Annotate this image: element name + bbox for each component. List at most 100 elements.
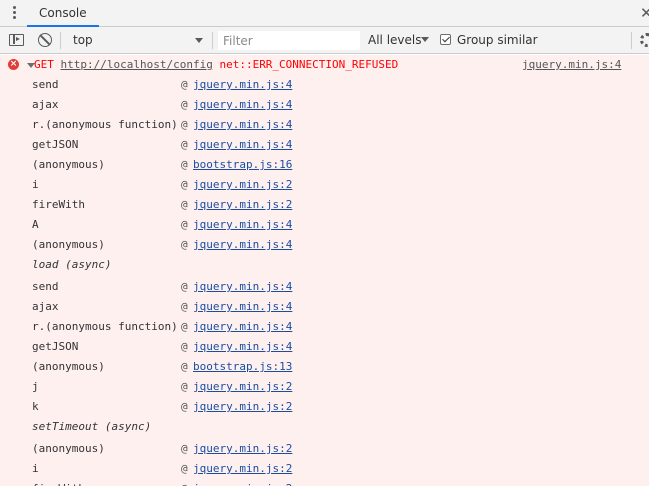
error-message: net::ERR_CONNECTION_REFUSED	[219, 58, 399, 71]
stack-frame-function: r.(anonymous function)	[32, 118, 178, 131]
chevron-down-icon	[195, 38, 203, 43]
stack-frame-function: fireWith	[32, 482, 85, 486]
stack-frame-at: @	[181, 482, 188, 486]
stack-frame-at: @	[181, 178, 188, 191]
stack-frame: (anonymous) @ jquery.min.js:4	[0, 235, 649, 255]
tab-console[interactable]: Console	[27, 0, 99, 27]
stack-frame-function: (anonymous)	[32, 360, 105, 373]
stack-frame: i @ jquery.min.js:2	[0, 175, 649, 195]
stack-frame: r.(anonymous function) @ jquery.min.js:4	[0, 115, 649, 135]
stack-frame: send @ jquery.min.js:4	[0, 75, 649, 95]
error-source-link[interactable]: jquery.min.js:4	[522, 58, 621, 71]
stack-frame-function: k	[32, 400, 39, 413]
stack-frame: getJSON @ jquery.min.js:4	[0, 337, 649, 357]
stack-frame-source-link[interactable]: jquery.min.js:2	[193, 400, 292, 413]
stack-frame-source-link[interactable]: jquery.min.js:4	[193, 300, 292, 313]
stack-frame-at: @	[181, 442, 188, 455]
request-method: GET	[34, 58, 54, 71]
stack-frame-function: (anonymous)	[32, 238, 105, 251]
stack-frame-at: @	[181, 320, 188, 333]
stack-frame-function: j	[32, 380, 39, 393]
error-text: GET http://localhost/config net::ERR_CON…	[34, 58, 398, 71]
group-similar-label: Group similar	[457, 33, 538, 47]
stack-frame: ajax @ jquery.min.js:4	[0, 297, 649, 317]
stack-frame-function: ajax	[32, 98, 59, 111]
toolbar-divider	[631, 32, 632, 49]
stack-frame-source-link[interactable]: jquery.min.js:4	[193, 238, 292, 251]
stack-frame-source-link[interactable]: jquery.min.js:2	[193, 442, 292, 455]
stack-frame-at: @	[181, 300, 188, 313]
stack-frame-at: @	[181, 400, 188, 413]
stack-frame-at: @	[181, 78, 188, 91]
stack-frame-source-link[interactable]: jquery.min.js:4	[193, 218, 292, 231]
stack-frame-function: send	[32, 280, 59, 293]
stack-frame: send @ jquery.min.js:4	[0, 277, 649, 297]
console-messages: × GET http://localhost/config net::ERR_C…	[0, 55, 649, 486]
stack-frame-function: fireWith	[32, 198, 85, 211]
error-message-header[interactable]: × GET http://localhost/config net::ERR_C…	[0, 55, 649, 75]
stack-frame-function: getJSON	[32, 138, 79, 151]
stack-frame-at: @	[181, 462, 188, 475]
stack-frame: (anonymous) @ bootstrap.js:13	[0, 357, 649, 377]
context-selector[interactable]: top	[66, 31, 212, 50]
chevron-down-icon	[421, 37, 429, 42]
stack-frame-function: i	[32, 462, 39, 475]
stack-frame-function: (anonymous)	[32, 158, 105, 171]
log-levels-dropdown[interactable]: All levels	[368, 31, 432, 50]
stack-frame-source-link[interactable]: jquery.min.js:2	[193, 178, 292, 191]
stack-frame-function: ajax	[32, 300, 59, 313]
stack-frame: getJSON @ jquery.min.js:4	[0, 135, 649, 155]
stack-frame-at: @	[181, 158, 188, 171]
stack-frame-source-link[interactable]: jquery.min.js:4	[193, 78, 292, 91]
stack-frame-at: @	[181, 118, 188, 131]
request-url-link[interactable]: http://localhost/config	[61, 58, 213, 71]
stack-frame-function: getJSON	[32, 340, 79, 353]
close-icon[interactable]: ✕	[640, 6, 649, 21]
stack-frame-at: @	[181, 380, 188, 393]
stack-frame-source-link[interactable]: jquery.min.js:2	[193, 482, 292, 486]
filter-input[interactable]	[218, 31, 360, 50]
error-icon: ×	[8, 59, 19, 70]
stack-frame-at: @	[181, 238, 188, 251]
stack-frame-function: r.(anonymous function)	[32, 320, 178, 333]
stack-frame-source-link[interactable]: jquery.min.js:4	[193, 98, 292, 111]
stack-frame-source-link[interactable]: jquery.min.js:4	[193, 320, 292, 333]
stack-frame-source-link[interactable]: jquery.min.js:4	[193, 340, 292, 353]
stack-frame: A @ jquery.min.js:4	[0, 215, 649, 235]
stack-frame: fireWith @ jquery.min.js:2	[0, 195, 649, 215]
stack-frame-source-link[interactable]: jquery.min.js:4	[193, 138, 292, 151]
stack-frame-function: (anonymous)	[32, 442, 105, 455]
stack-frame: i @ jquery.min.js:2	[0, 459, 649, 479]
stack-frame-at: @	[181, 360, 188, 373]
toolbar-divider	[60, 32, 61, 49]
devtools-tab-header: Console ✕	[0, 0, 649, 27]
stack-frame-at: @	[181, 218, 188, 231]
stack-frame-source-link[interactable]: jquery.min.js:2	[193, 380, 292, 393]
stack-frame-source-link[interactable]: jquery.min.js:2	[193, 198, 292, 211]
stack-frame-function: i	[32, 178, 39, 191]
stack-frame: fireWith @ jquery.min.js:2	[0, 479, 649, 486]
stack-frame-source-link[interactable]: bootstrap.js:16	[193, 158, 292, 171]
gear-icon[interactable]	[640, 33, 649, 47]
stack-frame-at: @	[181, 280, 188, 293]
show-sidebar-icon[interactable]	[9, 34, 24, 46]
stack-frame: (anonymous) @ jquery.min.js:2	[0, 439, 649, 459]
context-selector-value: top	[73, 33, 93, 47]
stack-frame-at: @	[181, 98, 188, 111]
clear-console-icon[interactable]	[38, 33, 52, 47]
stack-frame-function: A	[32, 218, 39, 231]
stack-frame-source-link[interactable]: bootstrap.js:13	[193, 360, 292, 373]
stack-frame: j @ jquery.min.js:2	[0, 377, 649, 397]
log-levels-label: All levels	[368, 33, 422, 47]
toolbar-divider	[212, 32, 213, 49]
kebab-menu-icon[interactable]	[13, 6, 17, 20]
stack-frame-source-link[interactable]: jquery.min.js:2	[193, 462, 292, 475]
stack-frame-at: @	[181, 198, 188, 211]
stack-frame-source-link[interactable]: jquery.min.js:4	[193, 118, 292, 131]
stack-frame: ajax @ jquery.min.js:4	[0, 95, 649, 115]
stack-frame: k @ jquery.min.js:2	[0, 397, 649, 417]
console-toolbar: top All levels Group similar	[0, 27, 649, 54]
stack-frame-at: @	[181, 138, 188, 151]
group-similar-checkbox[interactable]	[440, 34, 451, 45]
stack-frame-source-link[interactable]: jquery.min.js:4	[193, 280, 292, 293]
